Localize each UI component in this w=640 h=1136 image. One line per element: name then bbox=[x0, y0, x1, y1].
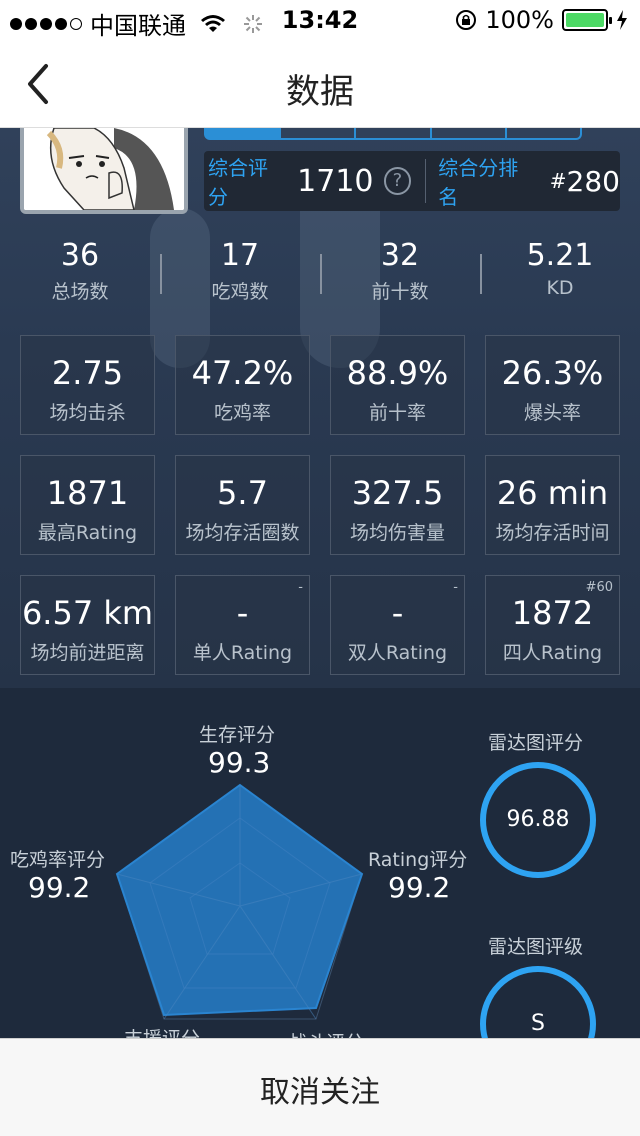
summary-wins: 17 吃鸡数 bbox=[160, 238, 320, 318]
radar-grade-title: 雷达图评级 bbox=[488, 936, 584, 958]
divider bbox=[480, 254, 482, 294]
divider bbox=[320, 254, 322, 294]
summary-value: 5.21 bbox=[526, 238, 594, 273]
stat-value: 1872 bbox=[511, 594, 594, 632]
rank-badge: - bbox=[453, 580, 458, 595]
divider bbox=[160, 254, 162, 294]
rank-hash: # bbox=[549, 169, 567, 193]
stat-card: 26 min 场均存活时间 bbox=[485, 455, 620, 555]
status-bar: 中国联通 13:42 100% bbox=[0, 0, 640, 40]
stat-value: 26 min bbox=[496, 474, 609, 512]
radar-axis-value: 99.2 bbox=[388, 871, 451, 904]
stat-label: 双人Rating bbox=[347, 642, 448, 664]
stat-value: 1871 bbox=[46, 474, 129, 512]
stats-row: 6.57 km 场均前进距离 - - 单人Rating - - 双人Rating #60 1… bbox=[20, 575, 620, 675]
stat-value: - bbox=[391, 594, 404, 632]
stat-value: 47.2% bbox=[191, 354, 294, 392]
radar-axis-label: Rating评分 bbox=[368, 849, 468, 871]
tab-3[interactable] bbox=[356, 128, 432, 138]
charging-icon bbox=[617, 10, 627, 30]
summary-label: 吃鸡数 bbox=[211, 281, 269, 303]
stat-card: 2.75 场均击杀 bbox=[20, 335, 155, 435]
stat-label: 最高Rating bbox=[37, 522, 138, 544]
radar-axis-value: 99.3 bbox=[208, 746, 271, 779]
mode-tabs[interactable] bbox=[204, 128, 582, 140]
stat-value: 5.7 bbox=[217, 474, 268, 512]
bottom-action-bar: 取消关注 bbox=[0, 1038, 640, 1136]
radar-axis-value: 99.2 bbox=[28, 871, 91, 904]
radar-axis-label: 吃鸡率评分 bbox=[10, 849, 106, 871]
stat-card: - - 单人Rating bbox=[175, 575, 310, 675]
radar-score-ring: 96.88 bbox=[480, 762, 596, 878]
rotation-lock-icon bbox=[456, 10, 477, 30]
summary-row: 36 总场数 17 吃鸡数 32 前十数 5.21 KD bbox=[0, 238, 640, 318]
stat-label: 场均存活时间 bbox=[495, 522, 610, 544]
stat-label: 爆头率 bbox=[523, 402, 581, 424]
stat-label: 前十率 bbox=[368, 402, 426, 424]
stat-value: 2.75 bbox=[51, 354, 124, 392]
stat-card: - - 双人Rating bbox=[330, 575, 465, 675]
tab-1[interactable] bbox=[206, 128, 282, 138]
radar-section: 生存评分 99.3 Rating评分 99.2 吃鸡率评分 99.2 支援评分 … bbox=[0, 688, 640, 1082]
radar-axis-label: 生存评分 bbox=[199, 724, 276, 746]
stat-label: 四人Rating bbox=[502, 642, 603, 664]
stat-value: 26.3% bbox=[501, 354, 604, 392]
tab-2[interactable] bbox=[281, 128, 357, 138]
stat-value: 6.57 km bbox=[21, 594, 154, 632]
avatar[interactable] bbox=[20, 128, 188, 214]
unfollow-button[interactable]: 取消关注 bbox=[260, 1067, 380, 1111]
stat-label: 吃鸡率 bbox=[213, 402, 271, 424]
tab-5[interactable] bbox=[507, 128, 580, 138]
summary-total-matches: 36 总场数 bbox=[0, 238, 160, 318]
summary-value: 36 bbox=[60, 238, 100, 273]
avatar-cartoon-icon bbox=[24, 128, 184, 210]
stat-card: 1871 最高Rating bbox=[20, 455, 155, 555]
stat-card: 88.9% 前十率 bbox=[330, 335, 465, 435]
stat-card: 26.3% 爆头率 bbox=[485, 335, 620, 435]
stat-label: 场均伤害量 bbox=[349, 522, 445, 544]
stat-label: 单人Rating bbox=[192, 642, 293, 664]
tab-4[interactable] bbox=[432, 128, 507, 138]
stat-label: 场均前进距离 bbox=[30, 642, 145, 664]
stat-value: 88.9% bbox=[346, 354, 449, 392]
stat-label: 场均击杀 bbox=[49, 402, 126, 424]
stat-value: - bbox=[236, 594, 249, 632]
summary-label: 前十数 bbox=[371, 281, 429, 303]
page-title: 数据 bbox=[286, 72, 354, 112]
summary-label: KD bbox=[546, 277, 574, 299]
rank-badge: #60 bbox=[585, 580, 613, 595]
summary-label: 总场数 bbox=[51, 281, 109, 303]
navigation-bar: 数据 bbox=[0, 40, 640, 128]
summary-top10: 32 前十数 bbox=[320, 238, 480, 318]
battery-icon bbox=[562, 9, 612, 31]
score-panel: 综合评分 1710 ? 综合分排名 # 280 bbox=[204, 151, 620, 211]
stat-label: 场均存活圈数 bbox=[185, 522, 300, 544]
summary-value: 32 bbox=[380, 238, 420, 273]
rank-value: 280 bbox=[566, 164, 620, 198]
stat-card: 47.2% 吃鸡率 bbox=[175, 335, 310, 435]
overall-score-value: 1710 bbox=[297, 163, 374, 199]
stat-card: 327.5 场均伤害量 bbox=[330, 455, 465, 555]
rank-label: 综合分排名 bbox=[438, 156, 519, 209]
stat-card: 6.57 km 场均前进距离 bbox=[20, 575, 155, 675]
rank-badge: - bbox=[298, 580, 303, 595]
battery-area: 100% bbox=[455, 6, 628, 34]
radar-score-title: 雷达图评分 bbox=[488, 732, 584, 754]
stat-value: 327.5 bbox=[351, 474, 444, 512]
summary-value: 17 bbox=[220, 238, 260, 273]
battery-percent: 100% bbox=[485, 6, 554, 34]
help-icon[interactable]: ? bbox=[383, 167, 412, 195]
summary-kd: 5.21 KD bbox=[480, 238, 640, 318]
stat-card: #60 1872 四人Rating bbox=[485, 575, 620, 675]
overall-score-label: 综合评分 bbox=[208, 156, 268, 209]
stat-card: 5.7 场均存活圈数 bbox=[175, 455, 310, 555]
stats-row: 1871 最高Rating 5.7 场均存活圈数 327.5 场均伤害量 26 min… bbox=[20, 455, 620, 555]
stats-row: 2.75 场均击杀 47.2% 吃鸡率 88.9% 前十率 26.3% 爆头率 bbox=[20, 335, 620, 435]
